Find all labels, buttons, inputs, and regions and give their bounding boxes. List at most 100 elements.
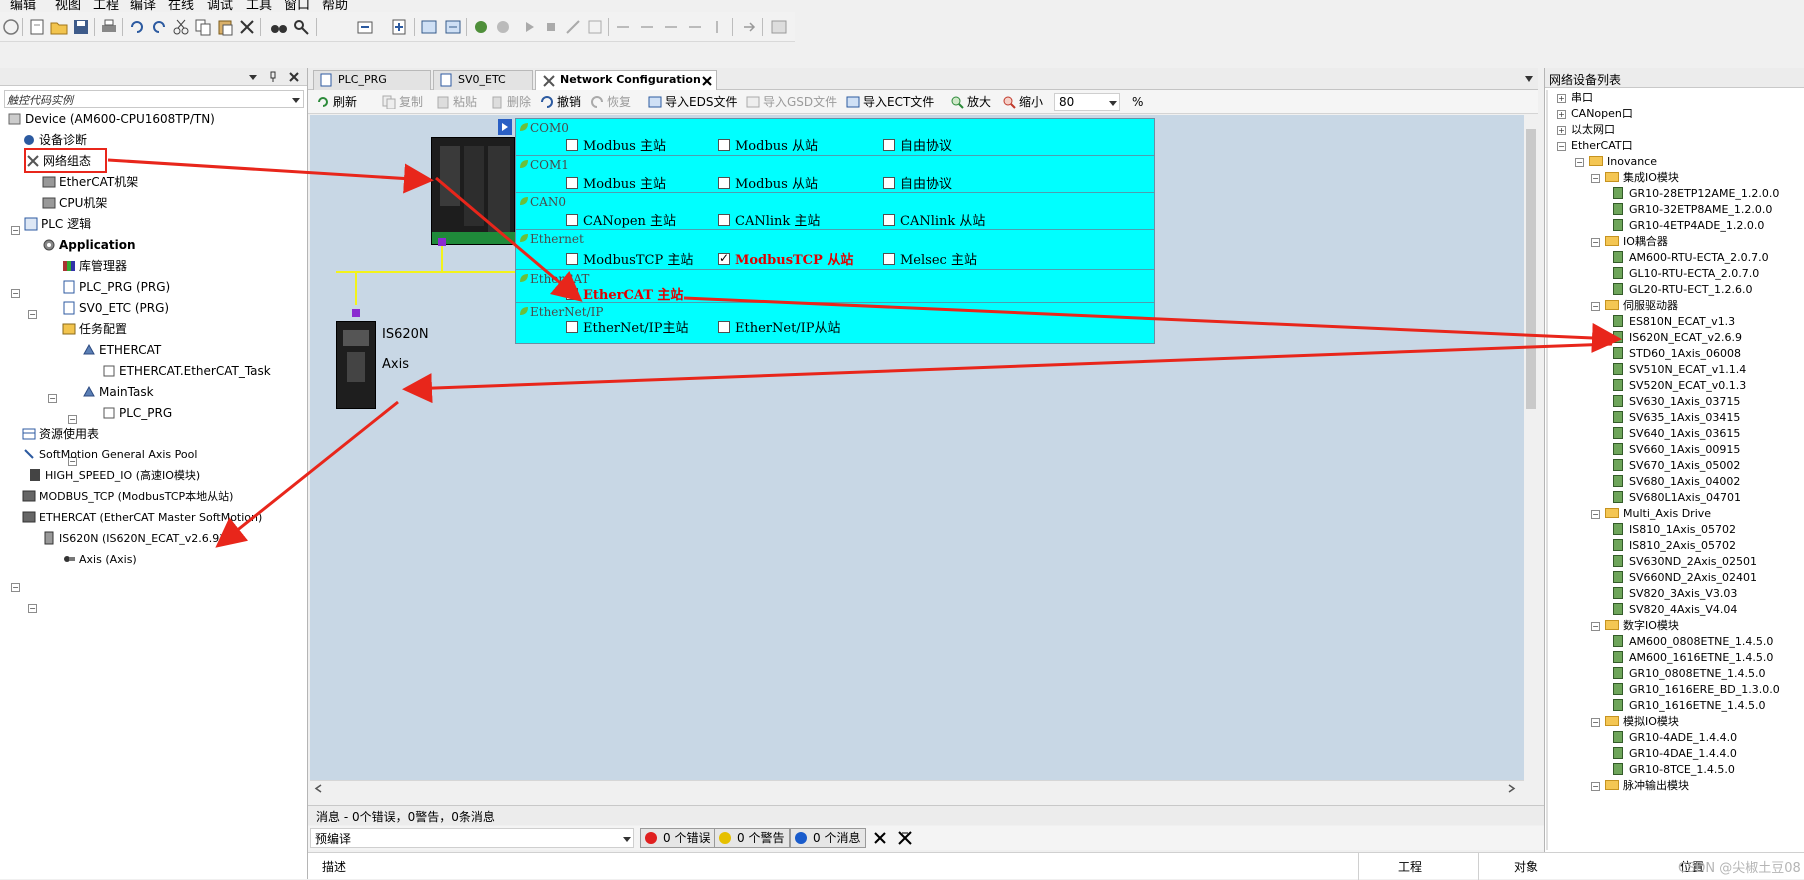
device-list-item[interactable]: GR10-4ADE_1.4.4.0 [1613, 730, 1737, 746]
collapse-toggle[interactable]: − [11, 226, 20, 235]
tree-item-ethercat-task-call[interactable]: ETHERCAT.EtherCAT_Task [102, 362, 271, 380]
device-category[interactable]: − IO耦合器 [1591, 234, 1668, 250]
clear-all-icon[interactable] [898, 831, 912, 845]
tree-item-library-manager[interactable]: 库管理器 [62, 257, 127, 275]
menu-debug[interactable]: 调试 [207, 0, 233, 12]
chevron-down-icon[interactable] [291, 95, 301, 105]
servo-device-image[interactable] [336, 321, 376, 409]
zoom-in-button[interactable]: 放大 [950, 93, 991, 111]
chevron-down-icon[interactable] [623, 835, 631, 843]
canlink-master-checkbox[interactable] [718, 214, 730, 226]
error-filter-button[interactable]: 0 个错误 [640, 828, 717, 848]
modbus-slave-checkbox[interactable] [718, 177, 730, 189]
zoom-out-button[interactable]: 缩小 [1002, 93, 1043, 111]
device-list-item[interactable]: SV630ND_2Axis_02501 [1613, 554, 1757, 570]
print-icon[interactable] [100, 18, 118, 36]
expand-panel-button[interactable] [498, 119, 512, 135]
expand-toggle[interactable]: − [1591, 510, 1600, 519]
device-list-item[interactable]: SV520N_ECAT_v0.1.3 [1613, 378, 1746, 394]
paste-button[interactable]: 粘贴 [436, 93, 477, 111]
device-list-item[interactable]: SV660_1Axis_00915 [1613, 442, 1740, 458]
tree-item-high-speed-io[interactable]: HIGH_SPEED_IO (高速IO模块) [28, 467, 200, 485]
undo-icon[interactable] [128, 18, 146, 36]
find-icon[interactable] [270, 18, 288, 36]
device-list-item[interactable]: SV670_1Axis_05002 [1613, 458, 1740, 474]
redo-icon[interactable] [150, 18, 168, 36]
menu-online[interactable]: 在线 [168, 0, 194, 12]
device-list-item[interactable]: GR10-4DAE_1.4.4.0 [1613, 746, 1737, 762]
device-category[interactable]: − Inovance [1575, 154, 1657, 170]
login-icon[interactable] [472, 18, 490, 36]
redo-button[interactable]: 恢复 [590, 93, 631, 111]
device-list-item[interactable]: AM600_1616ETNE_1.4.5.0 [1613, 650, 1773, 666]
new-file-icon[interactable] [28, 18, 46, 36]
modbus-master-checkbox[interactable] [566, 177, 578, 189]
device-list-item[interactable]: SV635_1Axis_03415 [1613, 410, 1740, 426]
device-list-item[interactable]: AM600-RTU-ECTA_2.0.7.0 [1613, 250, 1769, 266]
menu-project[interactable]: 工程 [93, 0, 119, 12]
expand-toggle[interactable]: − [1591, 622, 1600, 631]
cut-icon[interactable] [172, 18, 190, 36]
canvas-vertical-scrollbar[interactable] [1524, 115, 1538, 780]
dropdown-arrow-icon[interactable] [248, 72, 258, 82]
device-list-item[interactable]: IS620N_ECAT_v2.6.9 [1613, 330, 1742, 346]
column-description[interactable]: 描述 [322, 858, 346, 875]
collapse-toggle[interactable]: − [28, 604, 37, 613]
scroll-right-icon[interactable] [1508, 784, 1516, 793]
column-object[interactable]: 对象 [1514, 858, 1538, 875]
port-category[interactable]: + 以太网口 [1557, 122, 1615, 138]
tree-item-cpu-rack[interactable]: CPU机架 [42, 194, 107, 212]
collapse-toggle[interactable]: − [11, 583, 20, 592]
tree-item-maintask[interactable]: MainTask [82, 383, 154, 401]
tab-network-configuration[interactable]: Network Configuration [535, 70, 717, 90]
collapse-toggle[interactable]: − [48, 394, 57, 403]
canlink-slave-checkbox[interactable] [883, 214, 895, 226]
undo-button[interactable]: 撤销 [540, 93, 581, 111]
menu-edit[interactable]: 编辑 [10, 0, 36, 12]
plc-device-image[interactable] [431, 137, 516, 245]
tree-item-ethercat-rack[interactable]: EtherCAT机架 [42, 173, 138, 191]
collapse-toggle[interactable]: − [28, 310, 37, 319]
device-list-item[interactable]: SV680L1Axis_04701 [1613, 490, 1741, 506]
ethercat-master-checkbox[interactable] [566, 286, 578, 300]
menu-tools[interactable]: 工具 [246, 0, 272, 12]
modbustcp-slave-checkbox[interactable] [718, 251, 730, 265]
tree-item-device[interactable]: Device (AM600-CPU1608TP/TN) [8, 110, 215, 128]
device-list-item[interactable]: SV660ND_2Axis_02401 [1613, 570, 1757, 586]
device-list-item[interactable]: GR10_1616ERE_BD_1.3.0.0 [1613, 682, 1780, 698]
free-protocol-checkbox[interactable] [883, 139, 895, 151]
project-selector[interactable]: 触控代码实例 [4, 90, 304, 108]
device-list-item[interactable]: SV640_1Axis_03615 [1613, 426, 1740, 442]
modbus-slave-checkbox[interactable] [718, 139, 730, 151]
save-icon[interactable] [72, 18, 90, 36]
tree-item-resource-usage[interactable]: 资源使用表 [22, 425, 99, 443]
tree-item-task-config[interactable]: 任务配置 [62, 320, 127, 338]
message-filter-select[interactable]: 预编译 [310, 828, 634, 848]
tree-item-plc-prg[interactable]: PLC_PRG (PRG) [62, 278, 170, 296]
clear-icon[interactable] [874, 832, 886, 844]
device-list-item[interactable]: SV510N_ECAT_v1.1.4 [1613, 362, 1746, 378]
tree-item-is620n[interactable]: IS620N (IS620N_ECAT_v2.6.9) [42, 530, 224, 548]
expand-toggle[interactable]: + [1557, 126, 1566, 135]
expand-toggle[interactable]: − [1591, 782, 1600, 791]
melsec-master-checkbox[interactable] [883, 253, 895, 265]
device-list-item[interactable]: GR10-28ETP12AME_1.2.0.0 [1613, 186, 1779, 202]
device-list-item[interactable]: GR10-4ETP4ADE_1.2.0.0 [1613, 218, 1764, 234]
zoom-level-select[interactable]: 80 [1054, 93, 1120, 111]
modbus-master-checkbox[interactable] [566, 139, 578, 151]
expand-toggle[interactable]: − [1557, 142, 1566, 151]
paste-icon[interactable] [216, 18, 234, 36]
device-list-item[interactable]: AM600_0808ETNE_1.4.5.0 [1613, 634, 1773, 650]
device-list-item[interactable]: GR10_1616ETNE_1.4.5.0 [1613, 698, 1766, 714]
info-filter-button[interactable]: 0 个消息 [790, 828, 867, 848]
tab-sv0-etc[interactable]: SV0_ETC [433, 70, 533, 90]
copy-button[interactable]: 复制 [382, 93, 423, 111]
collapse-toggle[interactable]: − [11, 289, 20, 298]
device-list-item[interactable]: GR10-32ETP8AME_1.2.0.0 [1613, 202, 1772, 218]
port-category[interactable]: − EtherCAT口 [1557, 138, 1633, 154]
device-category[interactable]: − 脉冲输出模块 [1591, 778, 1689, 794]
close-icon[interactable] [288, 71, 300, 83]
column-project[interactable]: 工程 [1398, 858, 1422, 875]
device-list-item[interactable]: SV820_4Axis_V4.04 [1613, 602, 1737, 618]
device-list-item[interactable]: GR10-8TCE_1.4.5.0 [1613, 762, 1735, 778]
